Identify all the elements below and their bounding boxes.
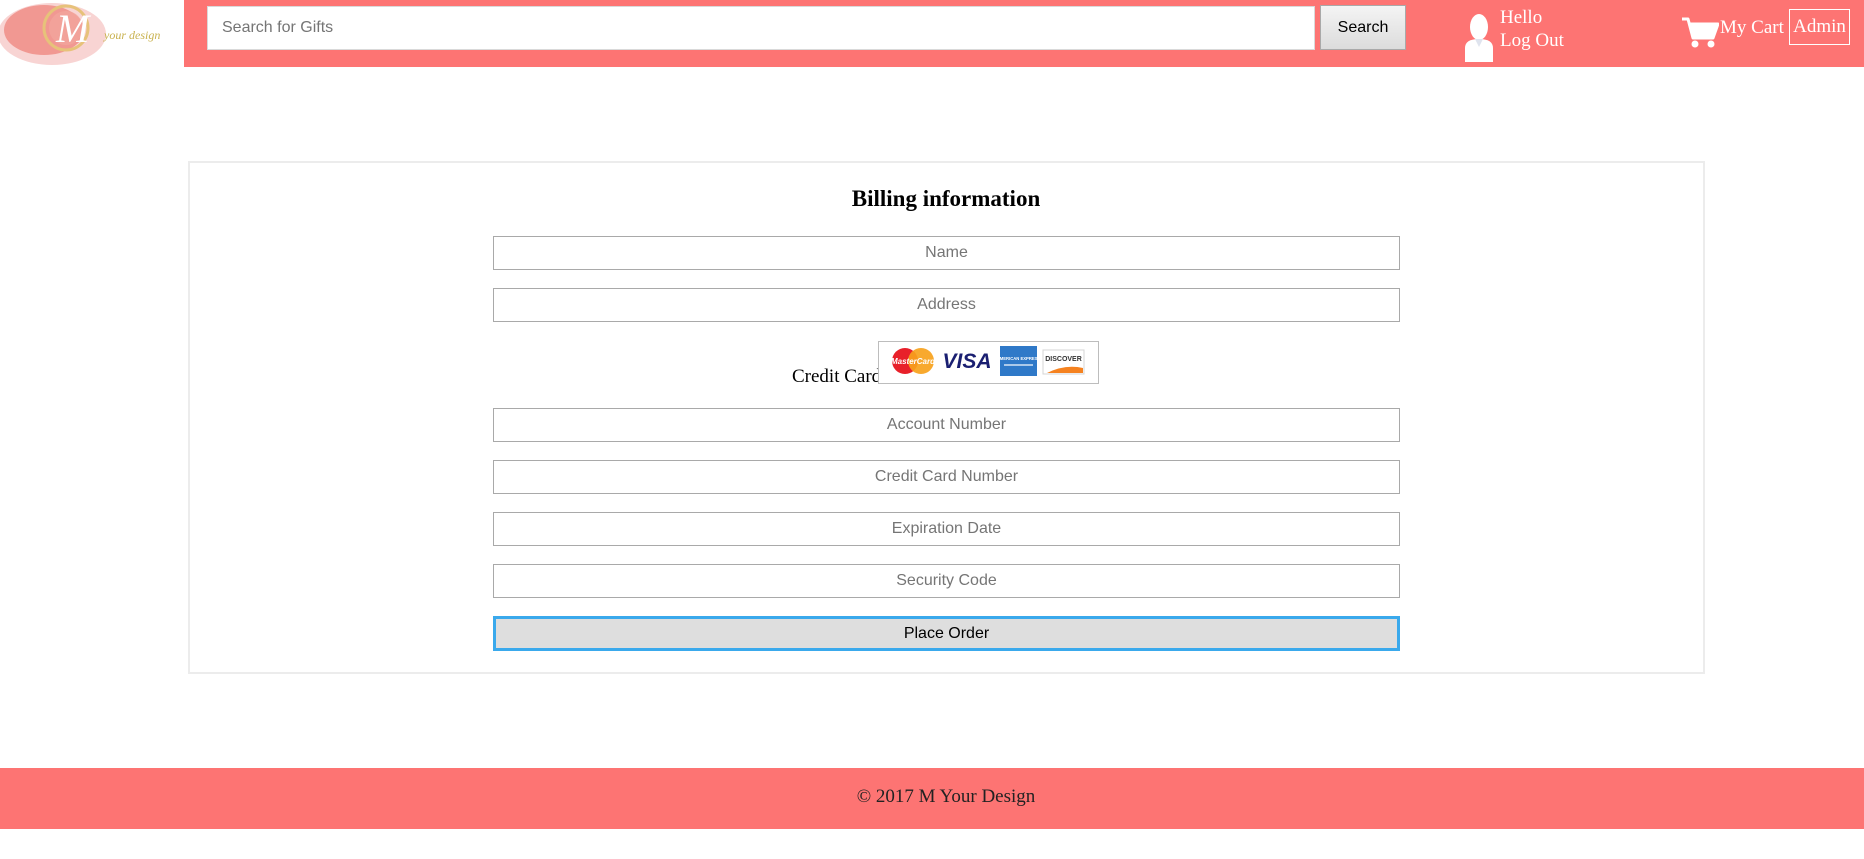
svg-text:MasterCard: MasterCard (891, 357, 936, 366)
copyright-text: © 2017 M Your Design (856, 786, 1036, 807)
site-footer: © 2017 M Your Design (0, 768, 1864, 829)
search-button[interactable]: Search (1320, 5, 1406, 50)
name-field[interactable] (493, 236, 1400, 270)
credit-card-number-field[interactable] (493, 460, 1400, 494)
site-logo[interactable]: M your design (0, 0, 184, 67)
logout-link[interactable]: Log Out (1500, 29, 1564, 52)
place-order-button[interactable]: Place Order (493, 616, 1400, 651)
user-silhouette-icon (1465, 14, 1493, 62)
mastercard-logo: MasterCard (891, 348, 936, 374)
my-cart-link[interactable]: My Cart (1720, 17, 1784, 39)
card-brand-logos: MasterCard VISA AMERICAN EXPRESS DISCOVE… (878, 341, 1099, 384)
logo-graphic: M your design (0, 3, 160, 65)
logo-tagline: your design (103, 28, 160, 42)
site-header: M your design Search Hello Log Out My Ca… (0, 0, 1864, 67)
user-menu: Hello Log Out (1500, 6, 1564, 52)
expiration-date-field[interactable] (493, 512, 1400, 546)
svg-text:DISCOVER: DISCOVER (1045, 356, 1082, 363)
hello-link[interactable]: Hello (1500, 6, 1564, 29)
address-field[interactable] (493, 288, 1400, 322)
discover-logo: DISCOVER (1042, 349, 1085, 375)
svg-text:VISA: VISA (942, 350, 991, 373)
admin-button[interactable]: Admin (1789, 9, 1850, 45)
billing-title: Billing information (851, 186, 1041, 211)
svg-text:AMERICAN EXPRESS: AMERICAN EXPRESS (997, 356, 1041, 361)
visa-logo: VISA (942, 350, 991, 373)
amex-logo: AMERICAN EXPRESS (997, 346, 1041, 376)
security-code-field[interactable] (493, 564, 1400, 598)
shopping-cart-icon[interactable] (1681, 15, 1719, 49)
search-input[interactable] (207, 6, 1315, 50)
logo-letter: M (55, 6, 92, 51)
credit-card-label: Credit Card (792, 366, 882, 387)
account-number-field[interactable] (493, 408, 1400, 442)
